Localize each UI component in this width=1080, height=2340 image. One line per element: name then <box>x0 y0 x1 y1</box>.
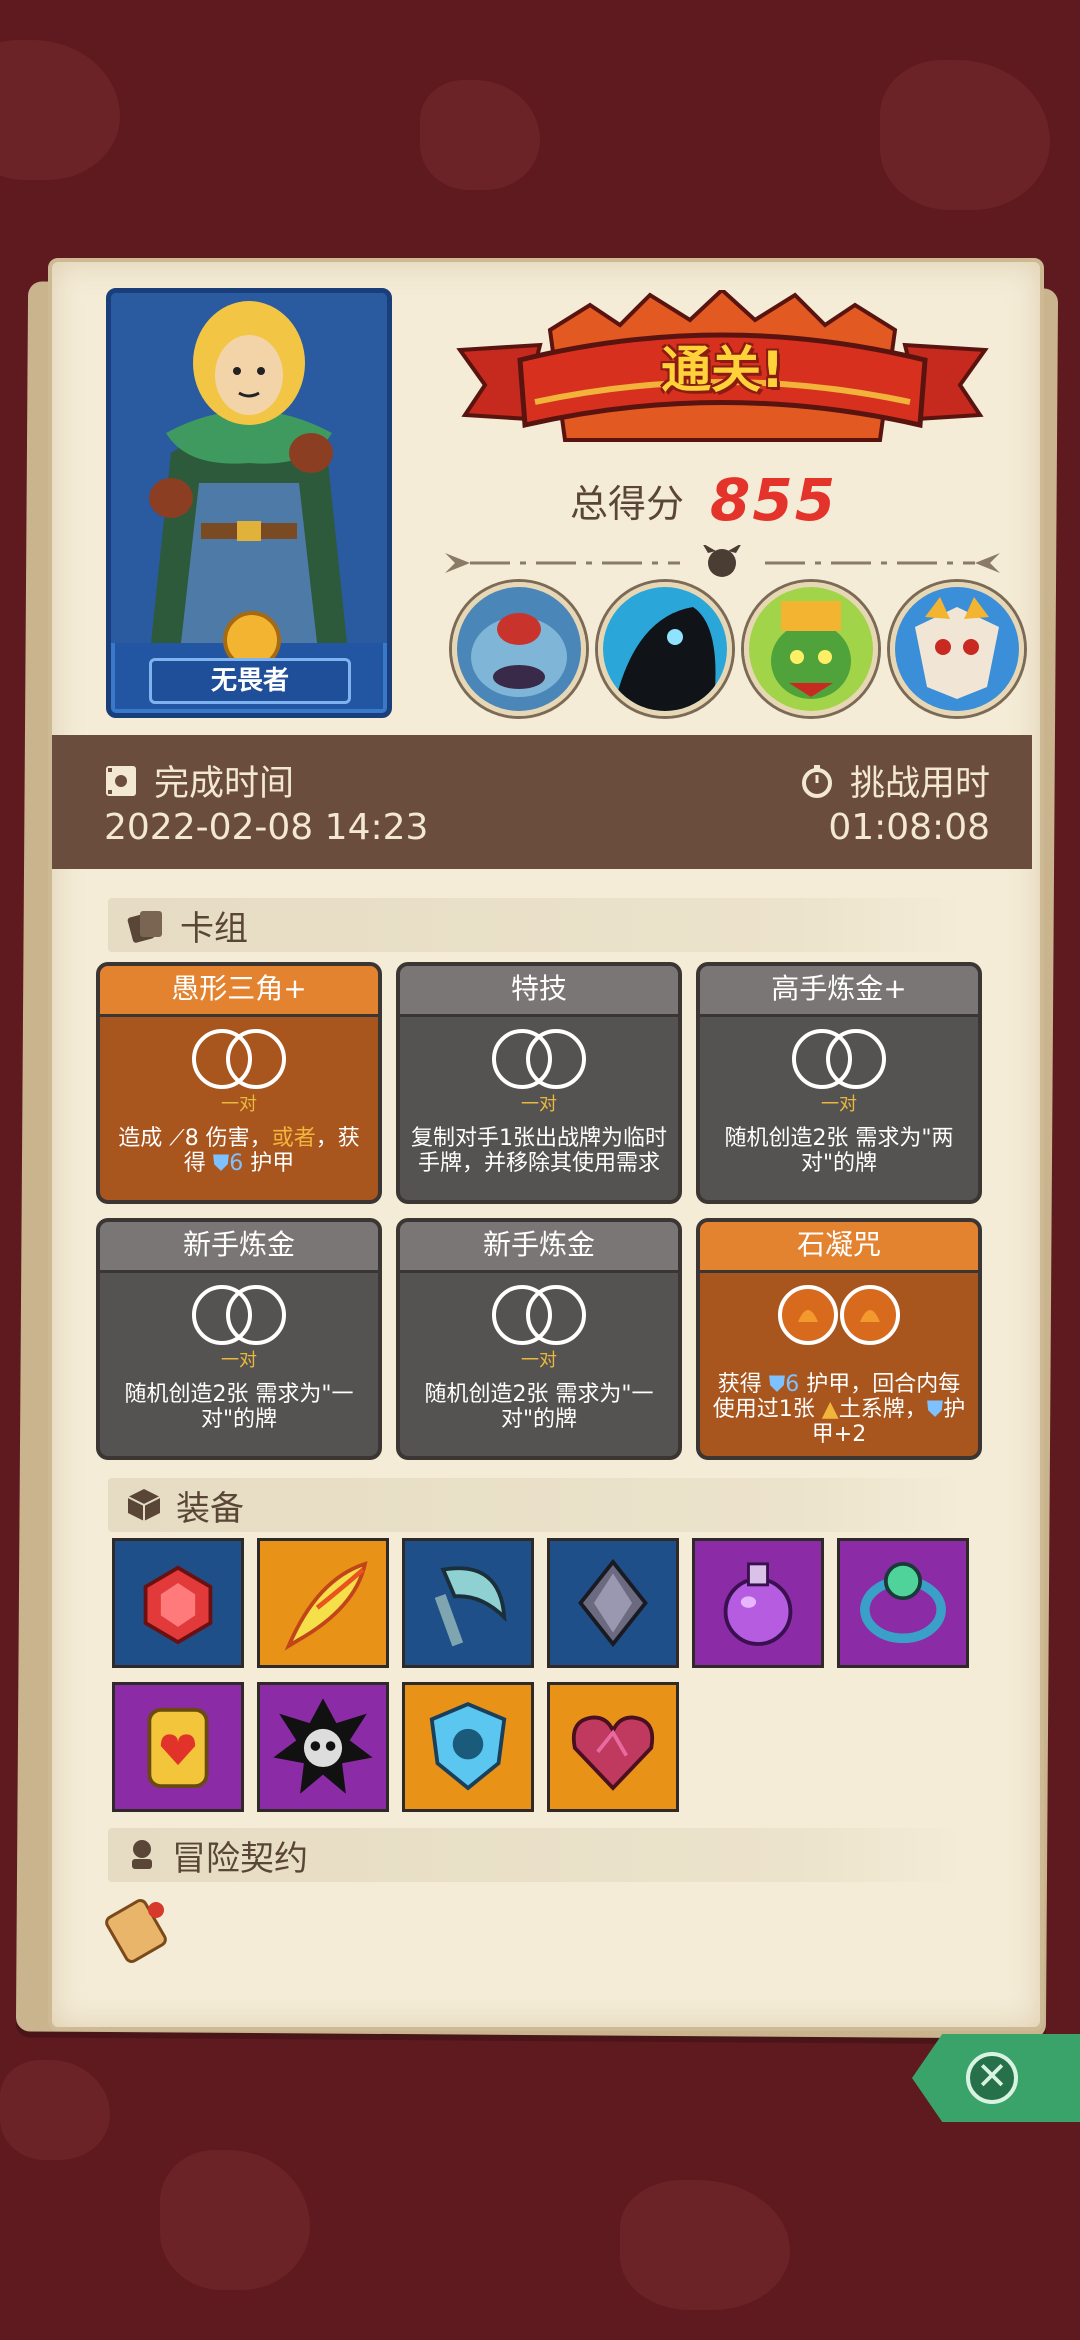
dice-requirement: 一对 <box>521 1350 557 1371</box>
skull-shield-icon[interactable] <box>402 1682 534 1812</box>
background-pattern <box>0 40 120 180</box>
card-description: 获得 ⛊6 护甲，回合内每使用过1张 ▲土系牌，⛊护甲+2 <box>712 1372 966 1447</box>
card-description: 随机创造2张 需求为"一对"的牌 <box>424 1382 654 1432</box>
background-pattern <box>160 2150 310 2290</box>
card-name: 特技 <box>400 966 678 1017</box>
finish-time-label-group: 完成时间 <box>104 755 294 806</box>
finish-time-label: 完成时间 <box>154 764 295 804</box>
boss-list <box>452 582 1024 716</box>
background-pattern <box>420 80 540 190</box>
hero-name: 无畏者 <box>149 658 351 704</box>
card-description: 造成 ⟋8 伤害，或者，获得 ⛊6 护甲 <box>118 1126 360 1176</box>
earth-dice-pair-icon <box>700 1280 978 1350</box>
dice-pair-icon <box>100 1024 378 1094</box>
background-pattern <box>0 2060 110 2160</box>
shadow-beast-boss-icon[interactable] <box>598 582 732 716</box>
deck-card[interactable]: 新手炼金 一对 随机创造2张 需求为"一对"的牌 <box>96 1218 382 1460</box>
green-goblin-king-boss-icon[interactable] <box>744 582 878 716</box>
contract-section-header: 冒险契约 <box>108 1828 968 1882</box>
dice-pair-icon <box>400 1024 678 1094</box>
card-name: 高手炼金+ <box>700 966 978 1017</box>
equipment-title: 装备 <box>176 1488 244 1529</box>
contract-title: 冒险契约 <box>172 1838 308 1879</box>
deck-section-header: 卡组 <box>108 898 968 952</box>
sword-icon: ⟋ <box>169 1126 185 1151</box>
divider-ornament-icon <box>445 545 1000 577</box>
shield-icon: ⛊ <box>768 1372 786 1397</box>
finish-time-value: 2022-02-08 14:23 <box>104 807 429 848</box>
scroll-icon[interactable] <box>100 1888 180 1968</box>
score-row: 总得分 855 <box>570 465 837 535</box>
card-name: 石凝咒 <box>700 1222 978 1273</box>
card-description: 复制对手1张出战牌为临时手牌，并移除其使用需求 <box>411 1126 667 1176</box>
dark-crystal-icon[interactable] <box>547 1538 679 1668</box>
card-name: 新手炼金 <box>400 1222 678 1273</box>
deck-card[interactable]: 新手炼金 一对 随机创造2张 需求为"一对"的牌 <box>396 1218 682 1460</box>
dice-requirement: 一对 <box>821 1094 857 1115</box>
phoenix-feather-icon[interactable] <box>257 1538 389 1668</box>
card-description: 随机创造2张 需求为"一对"的牌 <box>124 1382 354 1432</box>
deck-card[interactable]: 石凝咒 获得 ⛊6 护甲，回合内每使用过1张 ▲土系牌，⛊护甲+2 <box>696 1218 982 1460</box>
challenge-time-value: 01:08:08 <box>828 807 990 848</box>
cards-icon <box>127 911 162 943</box>
dice-requirement: 一对 <box>221 1094 257 1115</box>
challenge-time-label-group: 挑战用时 <box>800 755 990 806</box>
dice-requirement: 一对 <box>521 1094 557 1115</box>
deck-title: 卡组 <box>180 908 248 949</box>
shield-icon: ⛊ <box>926 1397 944 1422</box>
deck-card[interactable]: 愚形三角+ 一对 造成 ⟋8 伤害，或者，获得 ⛊6 护甲 <box>96 962 382 1204</box>
hero-portrait-icon <box>111 293 387 643</box>
shield-icon: ⛊ <box>212 1151 230 1176</box>
box-icon <box>127 1489 161 1521</box>
stopwatch-icon <box>801 764 832 798</box>
challenge-time-label: 挑战用时 <box>849 764 990 804</box>
card-name: 愚形三角+ <box>100 966 378 1017</box>
skull-burst-icon[interactable] <box>257 1682 389 1812</box>
red-gem-icon[interactable] <box>112 1538 244 1668</box>
dice-requirement: 一对 <box>221 1350 257 1371</box>
dice-pair-icon <box>100 1280 378 1350</box>
deck-card[interactable]: 高手炼金+ 一对 随机创造2张 需求为"两对"的牌 <box>696 962 982 1204</box>
score-value: 855 <box>710 466 838 534</box>
film-icon <box>106 765 136 796</box>
purple-potion-icon[interactable] <box>692 1538 824 1668</box>
demon-mask-boss-icon[interactable] <box>890 582 1024 716</box>
heart-tablet-icon[interactable] <box>112 1682 244 1812</box>
score-label: 总得分 <box>570 481 685 526</box>
axe-blade-icon[interactable] <box>402 1538 534 1668</box>
magic-ring-icon[interactable] <box>837 1538 969 1668</box>
time-info-band: 完成时间 2022-02-08 14:23 挑战用时 01:08:08 <box>52 735 1032 869</box>
dice-pair-icon <box>400 1280 678 1350</box>
close-icon[interactable]: ✕ <box>966 2052 1018 2104</box>
earth-icon: ▲ <box>821 1397 839 1422</box>
background-pattern <box>880 60 1050 210</box>
hero-card[interactable]: 无畏者 <box>106 288 392 718</box>
seal-icon <box>132 1840 152 1869</box>
card-name: 新手炼金 <box>100 1222 378 1273</box>
card-description: 随机创造2张 需求为"两对"的牌 <box>724 1126 954 1176</box>
dice-pair-icon <box>700 1024 978 1094</box>
heart-gem-icon[interactable] <box>547 1682 679 1812</box>
equipment-section-header: 装备 <box>108 1478 968 1532</box>
deck-card[interactable]: 特技 一对 复制对手1张出战牌为临时手牌，并移除其使用需求 <box>396 962 682 1204</box>
blue-toad-boss-icon[interactable] <box>452 582 586 716</box>
victory-title: 通关! <box>661 341 784 399</box>
background-pattern <box>620 2180 790 2310</box>
